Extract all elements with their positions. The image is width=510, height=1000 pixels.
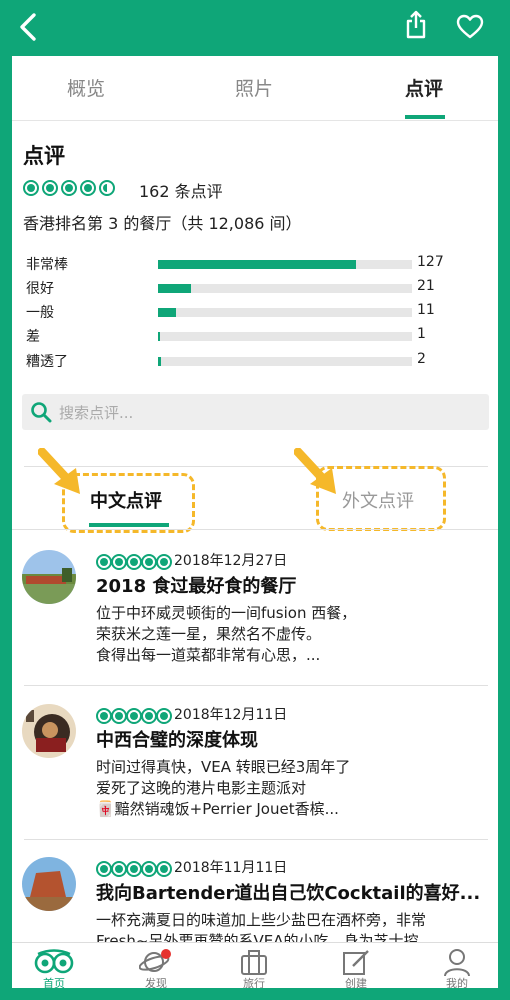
nav-trips[interactable]: 旅行 (224, 945, 284, 988)
suitcase-icon (241, 950, 267, 975)
review-date: 2018年12月11日 (174, 707, 288, 723)
review-title[interactable]: 2018 食过最好食的餐厅 (96, 572, 491, 598)
rating-bubble-icon (80, 180, 96, 196)
nav-label: 发现 (145, 977, 167, 988)
rating-bubble-icon (42, 180, 58, 196)
distribution-count: 21 (417, 278, 435, 294)
edit-icon (343, 950, 369, 975)
distribution-row[interactable]: 糟透了 2 (26, 351, 496, 371)
avatar[interactable] (22, 857, 76, 911)
rating-half-bubble-icon (99, 180, 115, 196)
distribution-label: 一般 (26, 305, 54, 321)
distribution-bar-fill (158, 332, 160, 341)
distribution-bar-fill (158, 284, 191, 293)
share-icon[interactable] (404, 10, 428, 40)
distribution-bar-fill (158, 357, 161, 366)
divider (24, 839, 488, 840)
review-title[interactable]: 中西合璧的深度体现 (96, 726, 491, 752)
nav-profile[interactable]: 我的 (427, 945, 487, 988)
owl-icon (34, 949, 74, 974)
section-title: 点评 (23, 144, 65, 168)
content-area: 概览 照片 点评 点评 162 条点评 香港排名第 3 的餐厅（共 12,086… (12, 56, 498, 988)
active-tab-indicator (405, 115, 445, 119)
distribution-row[interactable]: 一般 11 (26, 302, 496, 322)
distribution-count: 1 (417, 326, 426, 342)
distribution-count: 2 (417, 351, 426, 367)
rating-bubble-icon (23, 180, 39, 196)
avatar[interactable] (22, 550, 76, 604)
review-title[interactable]: 我向Bartender道出自己饮Cocktail的喜好... (96, 879, 491, 905)
planet-icon (139, 949, 171, 972)
tab-chinese-reviews[interactable]: 中文点评 (90, 487, 162, 513)
distribution-bar-track (158, 357, 412, 366)
review-line: 荣获米之莲一星，果然名不虚传。 (96, 625, 322, 643)
tab-overview[interactable]: 概览 (67, 74, 105, 101)
tab-reviews[interactable]: 点评 (405, 74, 443, 101)
tab-foreign-reviews[interactable]: 外文点评 (342, 487, 414, 513)
review-line: 食得出每一道菜都非常有心思，... (96, 646, 321, 664)
nav-label: 我的 (446, 977, 468, 988)
review-date: 2018年12月27日 (174, 553, 288, 569)
bottom-nav: 首页 发现 旅行 创建 我的 (12, 942, 498, 988)
nav-label: 创建 (345, 977, 367, 988)
distribution-label: 差 (26, 329, 40, 345)
profile-icon (444, 949, 470, 976)
distribution-label: 很好 (26, 281, 54, 297)
top-bar (12, 0, 498, 56)
nav-label: 首页 (43, 977, 65, 988)
review-date: 2018年11月11日 (174, 860, 288, 876)
avatar[interactable] (22, 704, 76, 758)
distribution-count: 127 (417, 254, 444, 270)
nav-home[interactable]: 首页 (24, 945, 84, 988)
review-line: 时间过得真快，VEA 转眼已经3周年了 (96, 758, 351, 776)
distribution-bar-track (158, 260, 412, 269)
distribution-label: 非常棒 (26, 257, 68, 273)
review-excerpt: 位于中环威灵顿街的一间fusion 西餐， 荣获米之莲一星，果然名不虚传。 食得… (96, 603, 488, 666)
divider (24, 685, 488, 686)
distribution-row[interactable]: 差 1 (26, 326, 496, 346)
distribution-bar-track (158, 332, 412, 341)
nav-create[interactable]: 创建 (326, 945, 386, 988)
distribution-bar-fill (158, 260, 356, 269)
rating-bubble-icon (61, 180, 77, 196)
review-line: 🀄黯然销魂饭+Perrier Jouet香槟... (96, 800, 339, 818)
review-line: 一杯充满夏日的味道加上些少盐巴在酒杯旁，非常 (96, 911, 427, 929)
nav-discover[interactable]: 发现 (126, 945, 186, 988)
divider (12, 529, 498, 530)
distribution-label: 糟透了 (26, 354, 68, 370)
distribution-bar-track (158, 284, 412, 293)
distribution-bar-fill (158, 308, 176, 317)
review-excerpt: 时间过得真快，VEA 转眼已经3周年了 爱死了这晚的港片电影主题派对 🀄黯然销魂… (96, 757, 488, 820)
distribution-count: 11 (417, 302, 435, 318)
review-line: 爱死了这晚的港片电影主题派对 (96, 779, 307, 797)
distribution-row[interactable]: 很好 21 (26, 278, 496, 298)
detail-tabs: 概览 照片 点评 (12, 56, 498, 121)
tab-photos[interactable]: 照片 (235, 74, 273, 101)
ranking-text: 香港排名第 3 的餐厅（共 12,086 间） (23, 214, 302, 233)
search-placeholder: 搜索点评... (59, 404, 134, 422)
review-line: 位于中环威灵顿街的一间fusion 西餐， (96, 604, 357, 622)
nav-label: 旅行 (243, 977, 265, 988)
distribution-row[interactable]: 非常棒 127 (26, 254, 496, 274)
review-count: 162 条点评 (139, 182, 223, 201)
chevron-left-icon[interactable] (16, 12, 40, 42)
distribution-bar-track (158, 308, 412, 317)
lang-tab-indicator (89, 523, 169, 527)
review-search-input[interactable]: 搜索点评... (22, 394, 489, 430)
search-icon (31, 402, 52, 423)
app-frame: 概览 照片 点评 点评 162 条点评 香港排名第 3 的餐厅（共 12,086… (12, 0, 498, 988)
heart-icon[interactable] (456, 14, 484, 40)
